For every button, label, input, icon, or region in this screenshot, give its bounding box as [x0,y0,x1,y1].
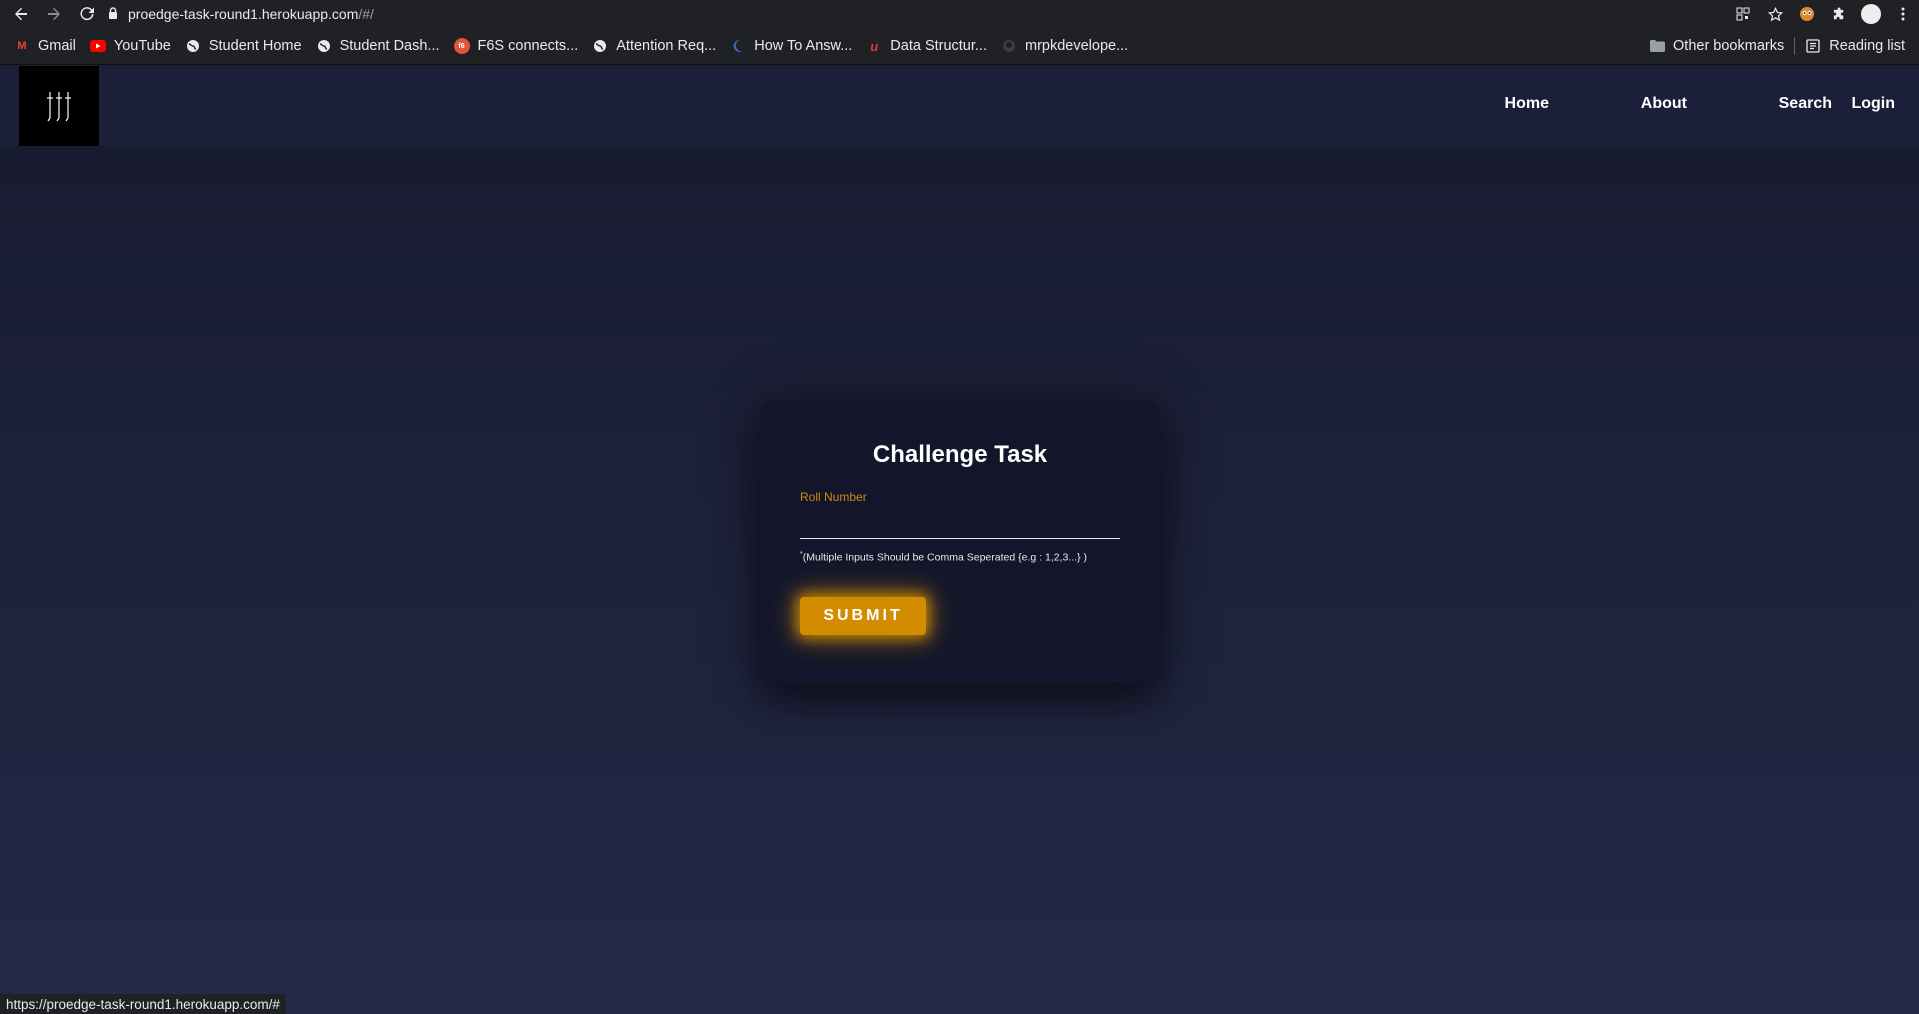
challenge-card: Challenge Task Roll Number *(Multiple In… [760,401,1160,683]
site-header: Home About Search Login [0,66,1919,146]
card-title: Challenge Task [872,441,1048,468]
nav-home[interactable]: Home [1505,95,1549,113]
gmail-icon: M [17,40,27,52]
browser-toolbar: proedge-task-round1.herokuapp.com/#/ [0,0,1919,28]
menu-dots-icon[interactable] [1887,7,1919,21]
bookmark-label: YouTube [113,38,171,54]
bookmark-label: Student Dash... [339,38,440,54]
bookmark-label: mrpkdevelope... [1025,38,1129,54]
input-hint: *(Multiple Inputs Should be Comma Sepera… [800,551,1087,564]
bookmark-label: Student Home [208,38,302,54]
extension-owl-icon[interactable] [1791,6,1823,22]
url-path: /#/ [358,6,374,22]
github-icon [1001,38,1017,54]
bookmark-data-structures[interactable]: u Data Structur... [866,38,987,54]
nav-login[interactable]: Login [1851,95,1895,113]
profile-avatar[interactable] [1861,4,1881,24]
page: Home About Search Login Challenge Task R… [0,66,1919,1014]
bookmark-how-to-answer[interactable]: How To Answ... [730,38,852,54]
forward-icon[interactable] [42,2,66,26]
brand-icon: u [870,38,879,54]
divider [1794,37,1796,55]
status-bar-url: https://proedge-task-round1.herokuapp.co… [0,994,286,1014]
f6s-icon: f6 [453,38,470,54]
back-icon[interactable] [9,2,33,26]
reading-list[interactable]: Reading list [1805,38,1905,54]
other-bookmarks-label: Other bookmarks [1673,38,1785,54]
address-bar[interactable]: proedge-task-round1.herokuapp.com/#/ [108,2,1478,26]
globe-icon [316,38,332,54]
bookmark-label: How To Answ... [754,38,853,54]
roll-number-input[interactable] [800,507,1120,539]
bookmark-label: Gmail [38,38,76,54]
hint-text: (Multiple Inputs Should be Comma Seperat… [802,551,1087,564]
nav-about[interactable]: About [1641,95,1687,113]
reload-icon[interactable] [75,2,99,26]
folder-icon [1649,38,1665,54]
globe-icon [185,38,201,54]
globe-icon [592,38,608,54]
bookmark-label: Attention Req... [616,38,717,54]
other-bookmarks[interactable]: Other bookmarks [1649,38,1784,54]
star-icon[interactable] [1759,6,1791,22]
logo-icon [47,92,71,122]
qr-code-icon[interactable] [1727,7,1759,21]
bookmark-student-dash[interactable]: Student Dash... [316,38,440,54]
moon-icon [730,38,746,54]
site-logo[interactable] [19,66,99,146]
puzzle-icon[interactable] [1823,6,1855,22]
roll-number-label: Roll Number [800,490,867,504]
bookmark-f6s[interactable]: f6 F6S connects... [453,38,579,54]
bookmark-gmail[interactable]: M Gmail [14,38,76,54]
lock-icon [108,6,118,22]
url-host: proedge-task-round1.herokuapp.com [128,6,359,22]
bookmark-label: Data Structur... [890,38,987,54]
bookmark-label: F6S connects... [477,38,579,54]
bookmark-attention[interactable]: Attention Req... [592,38,716,54]
nav-search[interactable]: Search [1779,95,1832,113]
bookmark-github[interactable]: mrpkdevelope... [1001,38,1128,54]
bookmarks-bar: M Gmail YouTube Student Home Student Das… [0,28,1919,65]
reading-list-label: Reading list [1829,38,1905,54]
youtube-icon [89,38,106,54]
reading-list-icon [1805,38,1821,54]
bookmark-student-home[interactable]: Student Home [185,38,302,54]
submit-button[interactable]: SUBMIT [800,597,926,635]
bookmark-youtube[interactable]: YouTube [89,38,171,54]
